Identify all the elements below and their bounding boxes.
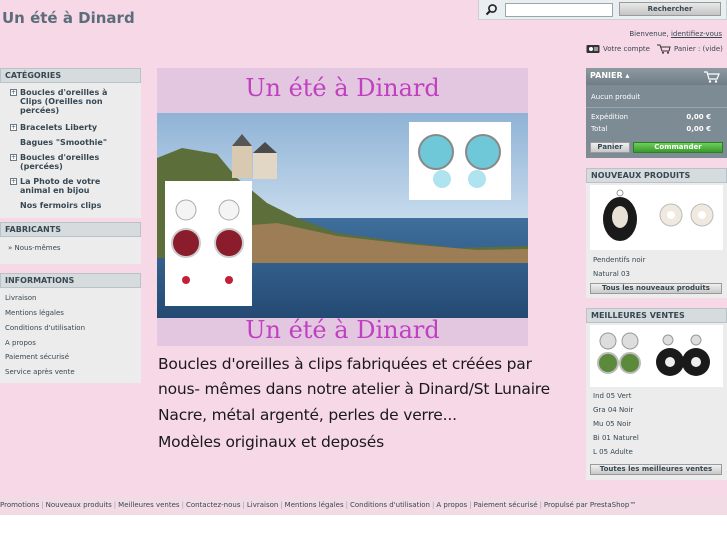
welcome-text: Bienvenue, identifiez-vous: [629, 30, 722, 38]
category-label[interactable]: Boucles d'oreilles à Clips (Oreilles non…: [10, 88, 120, 115]
info-link-paiement[interactable]: Paiement sécurisé: [5, 353, 69, 361]
categories-title: CATÉGORIES: [0, 68, 141, 83]
information-title: INFORMATIONS: [0, 273, 141, 288]
cart-button[interactable]: Panier: [590, 142, 630, 153]
best-thumb-2[interactable]: [652, 330, 712, 382]
page-bottom: [0, 515, 727, 545]
shop-name[interactable]: Un été à Dinard: [2, 9, 135, 27]
info-link-mentions[interactable]: Mentions légales: [5, 309, 64, 317]
account-row: Votre compte Panier : (vide): [586, 44, 723, 54]
best-sale-item-1[interactable]: Ind 05 Vert: [593, 392, 631, 400]
category-label[interactable]: Bagues "Smoothie": [10, 138, 107, 147]
cart-link[interactable]: Panier : (vide): [674, 45, 723, 53]
category-bracelets[interactable]: + Bracelets Liberty: [10, 123, 97, 132]
account-icon[interactable]: [586, 44, 600, 54]
cart-empty-text: Aucun produit: [591, 93, 641, 101]
all-best-sales-button[interactable]: Toutes les meilleures ventes: [590, 464, 722, 475]
info-link-sav[interactable]: Service après vente: [5, 368, 75, 376]
order-button[interactable]: Commander: [633, 142, 723, 153]
best-sale-item-3[interactable]: Mu 05 Noir: [593, 420, 631, 428]
manufacturers-title: FABRICANTS: [0, 222, 141, 237]
description-line-4: Modèles originaux et deposés: [158, 433, 384, 451]
login-link[interactable]: identifiez-vous: [671, 30, 722, 38]
shipping-value: 0,00 €: [686, 113, 711, 121]
footer-links: Promotions | Nouveaux produits | Meilleures …: [0, 495, 727, 515]
category-label[interactable]: Boucles d'oreilles (percées): [10, 153, 110, 171]
footer-link-promotions[interactable]: Promotions: [0, 501, 39, 509]
search-button[interactable]: Rechercher: [619, 2, 721, 16]
new-product-2[interactable]: Natural 03: [593, 270, 630, 278]
description-line-2: nous- mêmes dans notre atelier à Dinard/…: [158, 380, 550, 398]
category-fermoirs[interactable]: Nos fermoirs clips: [10, 201, 101, 210]
category-label[interactable]: Nos fermoirs clips: [10, 201, 101, 210]
category-label[interactable]: Bracelets Liberty: [10, 123, 97, 132]
best-sale-item-2[interactable]: Gra 04 Noir: [593, 406, 633, 414]
footer-link-apropos[interactable]: A propos: [436, 501, 467, 509]
manufacturers-block: FABRICANTS: [0, 222, 141, 264]
category-pierced[interactable]: + Boucles d'oreilles (percées): [10, 153, 110, 171]
shipping-label: Expédition: [591, 113, 629, 121]
banner-title-top: Un été à Dinard: [245, 74, 440, 102]
best-sale-item-5[interactable]: L 05 Adulte: [593, 448, 633, 456]
collapse-arrow-icon[interactable]: ▴: [625, 71, 629, 80]
chevron-right-icon: »: [8, 244, 13, 252]
cart-icon[interactable]: [656, 44, 671, 54]
footer-link-contact[interactable]: Contactez-nous: [186, 501, 241, 509]
info-link-conditions[interactable]: Conditions d'utilisation: [5, 324, 85, 332]
footer-link-mentions[interactable]: Mentions légales: [285, 501, 344, 509]
product-thumb-pendant[interactable]: [594, 187, 646, 247]
search-input[interactable]: [505, 3, 613, 17]
description-line-1: Boucles d'oreilles à clips fabriquées et…: [158, 355, 532, 373]
best-thumb-1[interactable]: [594, 327, 644, 385]
category-bagues[interactable]: Bagues "Smoothie": [10, 138, 107, 147]
manufacturer-label[interactable]: Nous-mêmes: [15, 244, 61, 252]
footer-link-paiement[interactable]: Paiement sécurisé: [474, 501, 538, 509]
category-photo[interactable]: + La Photo de votre animal en bijou: [10, 177, 130, 195]
total-value: 0,00 €: [686, 125, 711, 133]
expand-icon[interactable]: +: [10, 154, 17, 161]
total-label: Total: [591, 125, 608, 133]
footer-link-conditions[interactable]: Conditions d'utilisation: [350, 501, 430, 509]
account-link[interactable]: Votre compte: [603, 45, 650, 53]
description-line-3: Nacre, métal argenté, perles de verre...: [158, 406, 457, 424]
best-sales-title: MEILLEURES VENTES: [586, 308, 727, 323]
manufacturer-item[interactable]: » Nous-mêmes: [8, 244, 61, 252]
info-link-livraison[interactable]: Livraison: [5, 294, 36, 302]
banner-title-bottom: Un été à Dinard: [245, 316, 440, 344]
info-link-apropos[interactable]: A propos: [5, 339, 36, 347]
expand-icon[interactable]: +: [10, 178, 17, 185]
footer-link-livraison[interactable]: Livraison: [247, 501, 278, 509]
footer-link-best[interactable]: Meilleures ventes: [118, 501, 179, 509]
banner-image: [157, 68, 528, 346]
footer-link-new[interactable]: Nouveaux produits: [46, 501, 112, 509]
expand-icon[interactable]: +: [10, 124, 17, 131]
new-product-1[interactable]: Pendentifs noir: [593, 256, 645, 264]
cart-block-icon: [704, 71, 720, 83]
all-new-products-button[interactable]: Tous les nouveaux produits: [590, 283, 722, 294]
product-thumb-natural[interactable]: [656, 193, 718, 241]
welcome-label: Bienvenue,: [629, 30, 669, 38]
magnifier-icon[interactable]: [485, 3, 498, 16]
new-products-title: NOUVEAUX PRODUITS: [586, 168, 727, 183]
category-label[interactable]: La Photo de votre animal en bijou: [10, 177, 130, 195]
cart-title-label: PANIER: [590, 71, 623, 80]
footer-link-prestashop[interactable]: Propulsé par PrestaShop™: [544, 501, 636, 509]
expand-icon[interactable]: +: [10, 89, 17, 96]
category-clips[interactable]: + Boucles d'oreilles à Clips (Oreilles n…: [10, 88, 120, 115]
best-sale-item-4[interactable]: Bi 01 Naturel: [593, 434, 639, 442]
